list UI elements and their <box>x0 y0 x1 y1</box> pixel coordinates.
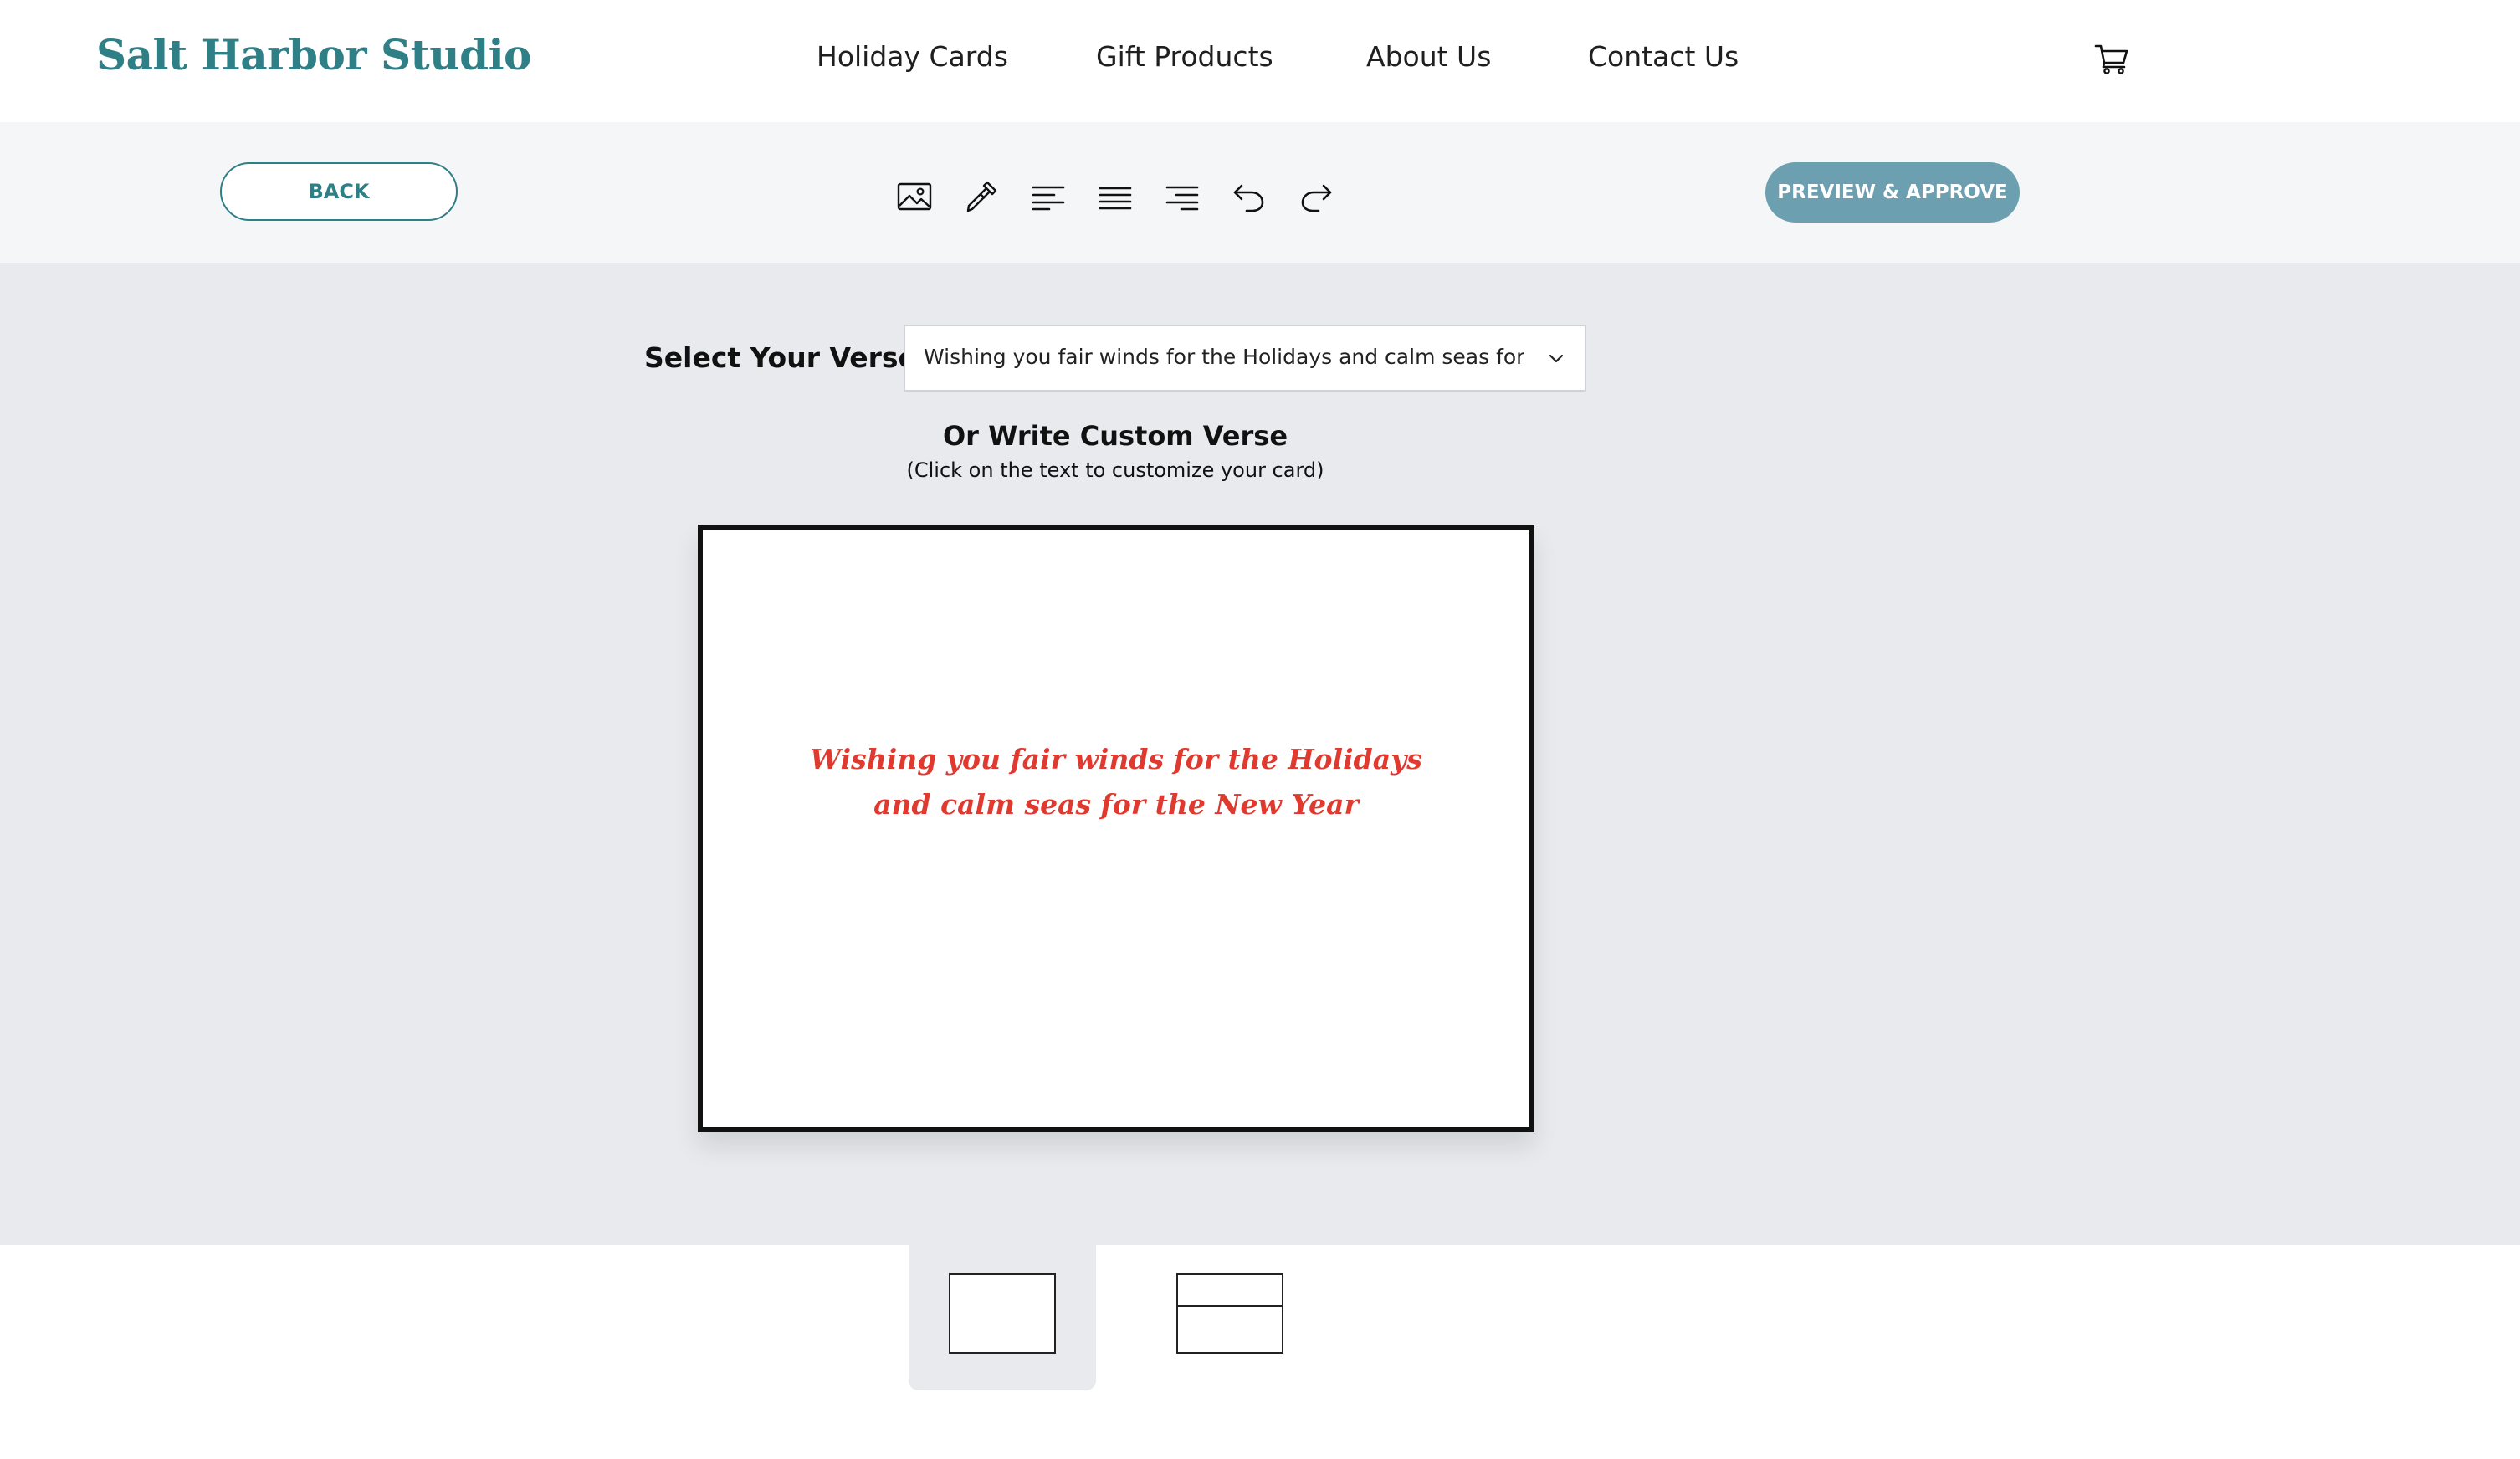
chevron-down-icon <box>1549 354 1564 363</box>
nav-holiday-cards[interactable]: Holiday Cards <box>817 40 1008 73</box>
nav-gift-products[interactable]: Gift Products <box>1096 40 1273 73</box>
verse-select-value: Wishing you fair winds for the Holidays … <box>924 345 1524 369</box>
align-right-icon[interactable] <box>1163 177 1201 216</box>
undo-icon[interactable] <box>1230 177 1268 216</box>
preview-approve-button[interactable]: PREVIEW & APPROVE <box>1765 162 2020 223</box>
card-canvas[interactable]: Wishing you fair winds for the Holidays … <box>698 525 1534 1132</box>
card-verse-line[interactable]: Wishing you fair winds for the Holidays <box>703 737 1529 782</box>
image-icon[interactable] <box>895 177 934 216</box>
eyedropper-icon[interactable] <box>962 177 1001 216</box>
align-left-icon[interactable] <box>1029 177 1068 216</box>
site-logo[interactable]: Salt Harbor Studio <box>96 30 531 79</box>
editor-toolbar: BACK PREVIEW & APPROVE <box>0 122 2520 263</box>
back-button[interactable]: BACK <box>220 162 458 221</box>
align-center-icon[interactable] <box>1096 177 1135 216</box>
nav-about-us[interactable]: About Us <box>1366 40 1491 73</box>
page-thumbnails <box>0 1245 2520 1459</box>
card-front-thumbnail[interactable] <box>949 1273 1056 1354</box>
custom-verse-title: Or Write Custom Verse <box>942 420 1288 452</box>
fold-line <box>1178 1275 1282 1307</box>
thumbnail-tab-front[interactable] <box>909 1245 1096 1390</box>
shopping-cart-icon[interactable] <box>2093 40 2130 77</box>
redo-icon[interactable] <box>1297 177 1335 216</box>
nav-contact-us[interactable]: Contact Us <box>1588 40 1739 73</box>
card-inside-thumbnail[interactable] <box>1176 1273 1283 1354</box>
card-verse-text[interactable]: Wishing you fair winds for the Holidays … <box>703 737 1529 827</box>
site-header: Salt Harbor Studio Holiday Cards Gift Pr… <box>0 0 2520 122</box>
custom-verse-hint: (Click on the text to customize your car… <box>906 458 1324 482</box>
verse-select-label: Select Your Verse <box>644 341 917 374</box>
card-editor: Select Your Verse Wishing you fair winds… <box>0 263 2520 1245</box>
card-verse-line[interactable]: and calm seas for the New Year <box>703 782 1529 827</box>
verse-select[interactable]: Wishing you fair winds for the Holidays … <box>904 325 1586 392</box>
